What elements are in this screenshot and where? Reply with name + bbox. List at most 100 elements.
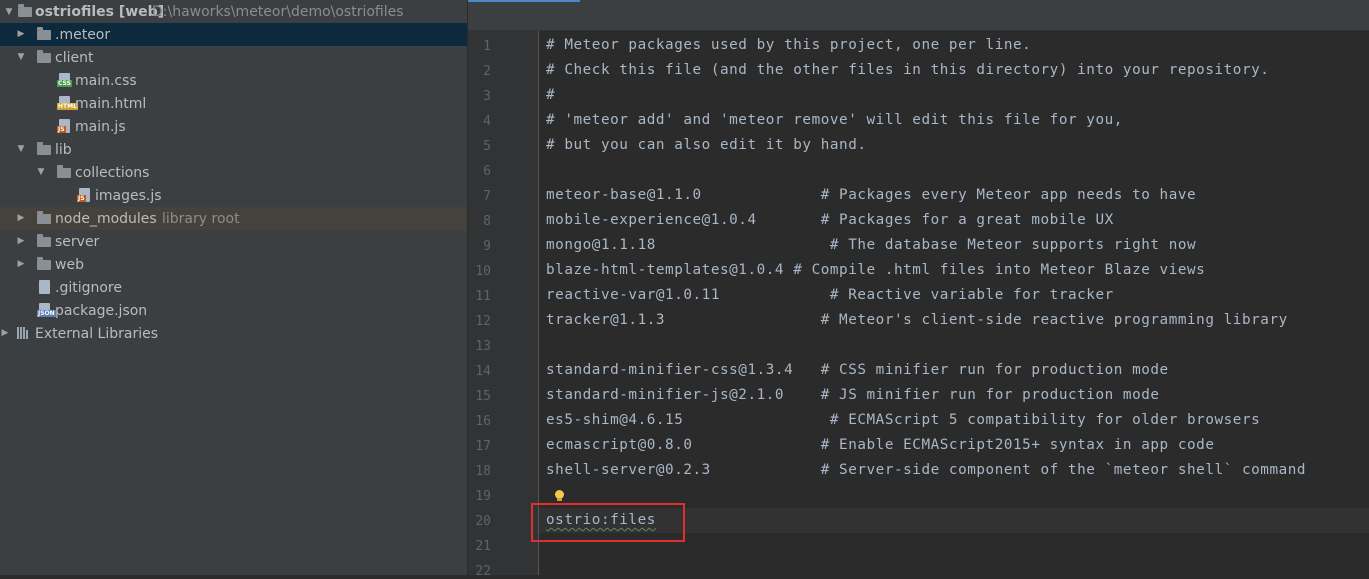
library-icon <box>17 327 31 339</box>
code-line[interactable]: ecmascript@0.8.0 # Enable ECMAScript2015… <box>546 437 1215 453</box>
code-line[interactable]: blaze-html-templates@1.0.4 # Compile .ht… <box>546 262 1205 278</box>
line-number: 5 <box>483 139 491 154</box>
code-line[interactable]: mobile-experience@1.0.4 # Packages for a… <box>546 212 1114 228</box>
code-line[interactable]: es5-shim@4.6.15 # ECMAScript 5 compatibi… <box>546 412 1260 428</box>
chevron-down-icon[interactable]: ▼ <box>16 52 26 62</box>
tree-item-main-js[interactable]: JS main.js <box>0 115 467 138</box>
code-line[interactable]: meteor-base@1.1.0 # Packages every Meteo… <box>546 187 1196 203</box>
tree-item-images-js[interactable]: JS images.js <box>0 184 467 207</box>
code-line[interactable]: reactive-var@1.0.11 # Reactive variable … <box>546 287 1114 303</box>
tree-item-collections[interactable]: ▼ collections <box>0 161 467 184</box>
code-line[interactable]: # 'meteor add' and 'meteor remove' will … <box>546 112 1123 128</box>
folder-icon <box>37 257 51 270</box>
tree-item-label: main.js <box>75 118 126 135</box>
tree-item-node-modules[interactable]: ▶ node_modules library root <box>0 207 467 230</box>
folder-icon <box>37 50 51 63</box>
tree-item-label: client <box>55 49 94 66</box>
annotation-highlight-box <box>531 503 685 542</box>
line-number: 15 <box>475 389 491 404</box>
line-number: 18 <box>475 464 491 479</box>
code-line[interactable]: standard-minifier-css@1.3.4 # CSS minifi… <box>546 362 1169 378</box>
folder-icon <box>37 27 51 40</box>
folder-icon <box>18 4 32 17</box>
chevron-down-icon[interactable]: ▼ <box>36 167 46 177</box>
code-line[interactable]: standard-minifier-js@2.1.0 # JS minifier… <box>546 387 1160 403</box>
line-number: 7 <box>483 189 491 204</box>
chevron-right-icon[interactable]: ▶ <box>0 328 10 338</box>
tree-item-client[interactable]: ▼ client <box>0 46 467 69</box>
line-number: 4 <box>483 114 491 129</box>
project-panel: ▼ ostriofiles [web] D:\haworks\meteor\de… <box>0 0 467 575</box>
chevron-right-icon[interactable]: ▶ <box>16 29 26 39</box>
tree-item-gitignore[interactable]: .gitignore <box>0 276 467 299</box>
line-number: 12 <box>475 314 491 329</box>
chevron-right-icon[interactable]: ▶ <box>16 259 26 269</box>
json-file-icon: JSON <box>37 303 56 317</box>
folder-icon <box>37 142 51 155</box>
line-number: 17 <box>475 439 491 454</box>
line-number: 16 <box>475 414 491 429</box>
tree-item-label: images.js <box>95 187 162 204</box>
line-number: 6 <box>483 164 491 179</box>
folder-icon <box>37 211 51 224</box>
tree-item-web[interactable]: ▶ web <box>0 253 467 276</box>
tree-item-root[interactable]: ▼ ostriofiles [web] D:\haworks\meteor\de… <box>0 0 467 23</box>
tree-item-label: main.html <box>75 95 147 112</box>
code-line[interactable]: tracker@1.1.3 # Meteor's client-side rea… <box>546 312 1288 328</box>
project-name: ostriofiles <box>35 3 114 20</box>
tree-item-external-libraries[interactable]: ▶ External Libraries <box>0 322 467 345</box>
code-line[interactable]: # but you can also edit it by hand. <box>546 137 867 153</box>
line-number: 2 <box>483 64 491 79</box>
code-line[interactable]: shell-server@0.2.3 # Server-side compone… <box>546 462 1306 478</box>
line-number: 3 <box>483 89 491 104</box>
tree-item-meteor[interactable]: ▶ .meteor <box>0 23 467 46</box>
tree-item-server[interactable]: ▶ server <box>0 230 467 253</box>
line-number: 10 <box>475 264 491 279</box>
file-type-tag: JS <box>57 126 66 133</box>
tree-item-label: web <box>55 256 84 273</box>
chevron-down-icon[interactable]: ▼ <box>16 144 26 154</box>
tree-item-lib[interactable]: ▼ lib <box>0 138 467 161</box>
tree-item-label: .meteor <box>55 26 111 43</box>
lightbulb-icon[interactable] <box>555 490 564 501</box>
html-file-icon: HTML <box>57 96 78 110</box>
chevron-right-icon[interactable]: ▶ <box>16 236 26 246</box>
line-number: 19 <box>475 489 491 504</box>
chevron-down-icon[interactable]: ▼ <box>4 7 14 17</box>
line-number: 8 <box>483 214 491 229</box>
tree-item-main-css[interactable]: CSS main.css <box>0 69 467 92</box>
code-line[interactable]: mongo@1.1.18 # The database Meteor suppo… <box>546 237 1196 253</box>
file-type-tag: JSON <box>37 310 56 317</box>
line-number-gutter: 1 2 3 4 5 6 7 8 9 10 11 12 13 14 15 16 1… <box>468 31 539 579</box>
tree-item-label: collections <box>75 164 150 181</box>
editor-tab-strip <box>468 0 1369 31</box>
chevron-right-icon[interactable]: ▶ <box>16 213 26 223</box>
css-file-icon: CSS <box>57 73 72 87</box>
code-editor[interactable]: 1 2 3 4 5 6 7 8 9 10 11 12 13 14 15 16 1… <box>468 0 1369 579</box>
tree-item-label: main.css <box>75 72 137 89</box>
code-line[interactable]: # Meteor packages used by this project, … <box>546 37 1031 53</box>
file-type-tag: CSS <box>57 80 72 87</box>
code-line[interactable]: # Check this file (and the other files i… <box>546 62 1269 78</box>
tree-item-label: node_modules <box>55 210 157 227</box>
line-number: 14 <box>475 364 491 379</box>
file-type-tag: JS <box>77 195 86 202</box>
folder-icon <box>37 234 51 247</box>
tree-item-label: package.json <box>55 302 148 319</box>
project-path: D:\haworks\meteor\demo\ostriofiles <box>152 3 404 20</box>
js-file-icon: JS <box>77 188 90 202</box>
line-number: 11 <box>475 289 491 304</box>
line-number: 20 <box>475 514 491 529</box>
folder-icon <box>57 165 71 178</box>
text-file-icon <box>39 280 50 294</box>
code-line[interactable]: # <box>546 87 555 103</box>
tree-item-label: .gitignore <box>55 279 122 296</box>
library-root-hint: library root <box>162 210 240 227</box>
tree-item-main-html[interactable]: HTML main.html <box>0 92 467 115</box>
line-number: 22 <box>475 564 491 579</box>
tree-item-package-json[interactable]: JSON package.json <box>0 299 467 322</box>
tree-item-label: ostriofiles [web] <box>35 4 164 20</box>
tree-item-label: lib <box>55 141 72 158</box>
tree-item-label: External Libraries <box>35 325 158 342</box>
line-number: 13 <box>475 339 491 354</box>
